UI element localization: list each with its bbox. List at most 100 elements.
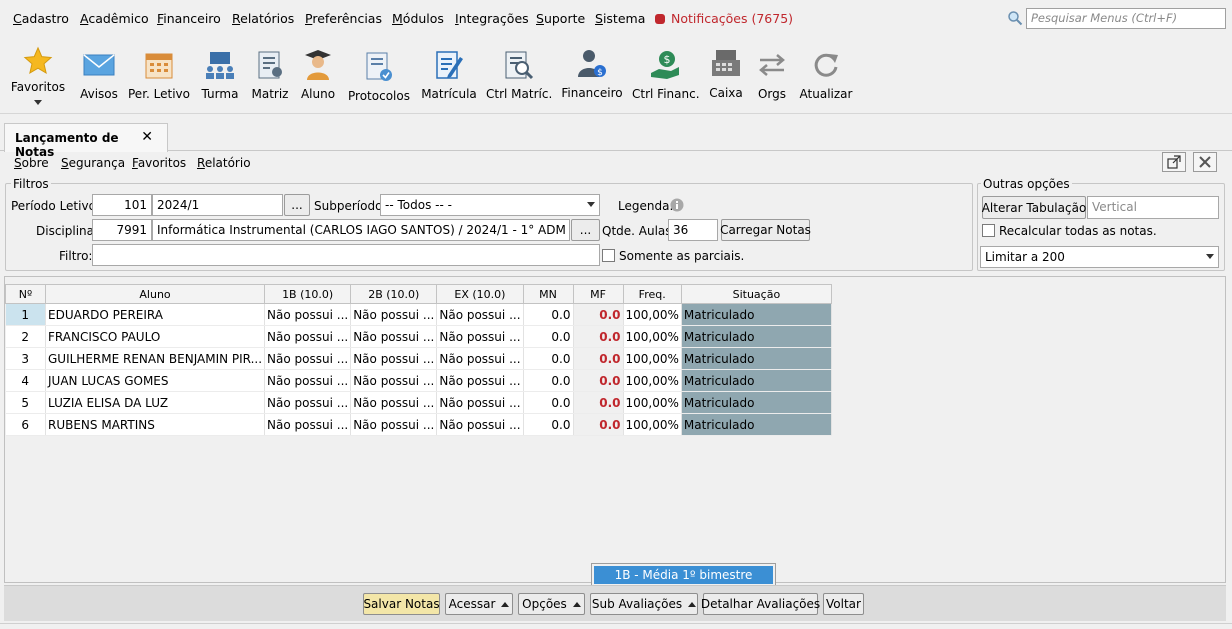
row-situacao[interactable]: Matriculado (681, 303, 832, 326)
menu-financeiro[interactable]: Financeiro (157, 11, 221, 26)
row-ex[interactable]: Não possui ... (436, 325, 524, 348)
limitar-select[interactable]: Limitar a 200 (980, 246, 1219, 268)
row-numero[interactable]: 6 (5, 413, 46, 436)
tab-lancamento-de-notas[interactable]: Lançamento de Notas ✕ (4, 123, 168, 159)
row-1b[interactable]: Não possui ... (264, 325, 352, 348)
table-row[interactable]: 2 FRANCISCO PAULO Não possui ... Não possui… (5, 325, 832, 348)
acessar-button[interactable]: Acessar (445, 593, 513, 615)
menu-sistema[interactable]: Sistema (595, 11, 645, 26)
row-2b[interactable]: Não possui ... (350, 347, 438, 370)
recalcular-checkbox[interactable] (982, 224, 995, 237)
row-1b[interactable]: Não possui ... (264, 369, 352, 392)
menu-integracoes[interactable]: Integrações (455, 11, 529, 26)
toolbar-turma[interactable]: Turma (198, 38, 242, 112)
sub-avaliacoes-button[interactable]: Sub Avaliações (590, 593, 698, 615)
row-numero[interactable]: 1 (5, 303, 46, 326)
row-mf[interactable]: 0.0 (573, 369, 624, 392)
toolbar-matricula[interactable]: Matrícula (418, 38, 480, 112)
menu-academico[interactable]: Acadêmico (80, 11, 149, 26)
toolbar-favoritos[interactable]: Favoritos (8, 38, 68, 112)
col-aluno[interactable]: Aluno (44, 284, 266, 304)
toolbar-ctrl-financ[interactable]: $ Ctrl Financ. (632, 38, 700, 112)
detalhar-avaliacoes-button[interactable]: Detalhar Avaliações (701, 593, 820, 615)
info-icon[interactable] (670, 198, 684, 212)
notifications-link[interactable]: Notificações (7675) (655, 11, 793, 26)
row-ex[interactable]: Não possui ... (436, 413, 524, 436)
row-numero[interactable]: 5 (5, 391, 46, 414)
row-aluno[interactable]: EDUARDO PEREIRA (45, 303, 266, 326)
toolbar-aluno[interactable]: Aluno (298, 38, 338, 112)
row-1b[interactable]: Não possui ... (264, 303, 352, 326)
row-mn[interactable]: 0.0 (523, 325, 574, 348)
close-window-icon[interactable] (1193, 152, 1217, 172)
row-aluno[interactable]: FRANCISCO PAULO (45, 325, 266, 348)
periodo-lookup-button[interactable]: ... (284, 194, 310, 216)
toolbar-financeiro[interactable]: $ Financeiro (560, 38, 624, 112)
row-numero[interactable]: 2 (5, 325, 46, 348)
row-mf[interactable]: 0.0 (573, 413, 624, 436)
col-situacao[interactable]: Situação (680, 284, 832, 304)
row-1b[interactable]: Não possui ... (264, 413, 352, 436)
disciplina-code-input[interactable]: 7991 (92, 219, 152, 241)
row-ex[interactable]: Não possui ... (436, 347, 524, 370)
col-numero[interactable]: Nº (5, 284, 46, 304)
opcoes-button[interactable]: Opções (518, 593, 585, 615)
row-aluno[interactable]: GUILHERME RENAN BENJAMIN PIR... (45, 347, 266, 370)
voltar-button[interactable]: Voltar (823, 593, 864, 615)
search-menus-input[interactable]: Pesquisar Menus (Ctrl+F) (1026, 8, 1226, 29)
row-freq[interactable]: 100,00% (623, 413, 682, 436)
row-situacao[interactable]: Matriculado (681, 391, 832, 414)
row-mn[interactable]: 0.0 (523, 391, 574, 414)
row-situacao[interactable]: Matriculado (681, 347, 832, 370)
qtde-aulas-input[interactable]: 36 (668, 219, 718, 241)
filtro-input[interactable] (92, 244, 600, 266)
row-1b[interactable]: Não possui ... (264, 347, 352, 370)
toolbar-ctrl-matric[interactable]: Ctrl Matríc. (486, 38, 552, 112)
row-freq[interactable]: 100,00% (623, 369, 682, 392)
row-freq[interactable]: 100,00% (623, 303, 682, 326)
table-row[interactable]: 5 LUZIA ELISA DA LUZ Não possui ... Não pos… (5, 391, 832, 414)
salvar-notas-button[interactable]: Salvar Notas (363, 593, 440, 615)
col-2b[interactable]: 2B (10.0) (350, 284, 438, 304)
toolbar-matriz[interactable]: Matriz (248, 38, 292, 112)
vertical-input[interactable]: Vertical (1087, 196, 1219, 219)
row-mn[interactable]: 0.0 (523, 369, 574, 392)
alterar-tabulacao-button[interactable]: Alterar Tabulação (982, 196, 1086, 219)
col-freq[interactable]: Freq. (622, 284, 682, 304)
row-situacao[interactable]: Matriculado (681, 413, 832, 436)
col-1b[interactable]: 1B (10.0) (264, 284, 352, 304)
table-row[interactable]: 3 GUILHERME RENAN BENJAMIN PIR... Não poss… (5, 347, 832, 370)
toolbar-avisos[interactable]: Avisos (76, 38, 122, 112)
row-ex[interactable]: Não possui ... (436, 391, 524, 414)
row-2b[interactable]: Não possui ... (350, 391, 438, 414)
row-numero[interactable]: 3 (5, 347, 46, 370)
row-mn[interactable]: 0.0 (523, 413, 574, 436)
row-freq[interactable]: 100,00% (623, 391, 682, 414)
toolbar-protocolos[interactable]: Protocolos (346, 38, 412, 112)
row-aluno[interactable]: LUZIA ELISA DA LUZ (45, 391, 266, 414)
row-mn[interactable]: 0.0 (523, 347, 574, 370)
col-mn[interactable]: MN (522, 284, 574, 304)
submenu-relatorio[interactable]: Relatório (197, 156, 251, 170)
toolbar-caixa[interactable]: Caixa (704, 38, 748, 112)
menu-preferencias[interactable]: Preferências (305, 11, 382, 26)
disciplina-value-input[interactable]: Informática Instrumental (CARLOS IAGO SA… (152, 219, 570, 241)
row-mf[interactable]: 0.0 (573, 391, 624, 414)
row-2b[interactable]: Não possui ... (350, 303, 438, 326)
toolbar-per-letivo[interactable]: Per. Letivo (128, 38, 190, 112)
table-row[interactable]: 6 RUBENS MARTINS Não possui ... Não possui … (5, 413, 832, 436)
disciplina-lookup-button[interactable]: ... (571, 219, 600, 241)
periodo-code-input[interactable]: 101 (92, 194, 152, 216)
row-mf[interactable]: 0.0 (573, 325, 624, 348)
row-numero[interactable]: 4 (5, 369, 46, 392)
toolbar-orgs[interactable]: Orgs (752, 38, 792, 112)
menu-suporte[interactable]: Suporte (536, 11, 585, 26)
row-ex[interactable]: Não possui ... (436, 369, 524, 392)
row-ex[interactable]: Não possui ... (436, 303, 524, 326)
row-mf[interactable]: 0.0 (573, 303, 624, 326)
toolbar-atualizar[interactable]: Atualizar (798, 38, 854, 112)
submenu-sobre[interactable]: Sobre (14, 156, 49, 170)
menu-relatorios[interactable]: Relatórios (232, 11, 294, 26)
submenu-favoritos[interactable]: Favoritos (132, 156, 186, 170)
row-aluno[interactable]: JUAN LUCAS GOMES (45, 369, 266, 392)
